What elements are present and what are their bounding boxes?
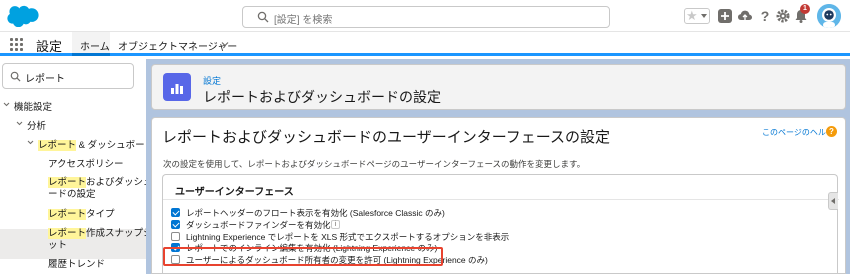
chevron-down-icon[interactable] [16, 120, 23, 127]
favorites-button[interactable]: ★ [684, 8, 710, 24]
chevron-down-icon[interactable] [221, 40, 229, 48]
checkbox-unchecked[interactable] [171, 232, 180, 241]
quick-find-value: レポート [25, 74, 65, 85]
report-chart-icon [163, 73, 191, 101]
item-label-rest: タイプ [86, 209, 115, 220]
chevron-down-icon[interactable] [27, 139, 34, 146]
page-title: レポートおよびダッシュボードの設定 [203, 89, 441, 105]
app-name: 設定 [36, 39, 63, 54]
global-header: [設定] を検索 ★ ? 1 [0, 0, 850, 32]
user-avatar[interactable] [817, 4, 841, 28]
highlight-match: レポート [38, 140, 77, 151]
settings-description: 次の設定を使用して、レポートおよびダッシュボードページのユーザーインターフェース… [163, 159, 586, 169]
sidebar-item-access-policies[interactable]: アクセスポリシー [48, 156, 124, 170]
salesforce-logo-icon[interactable] [7, 5, 39, 27]
quick-find-input[interactable]: レポート [2, 63, 134, 89]
tab-home-label: ホーム [80, 42, 110, 53]
help-icon[interactable]: ? [757, 8, 773, 24]
search-placeholder: [設定] を検索 [274, 15, 333, 26]
section-title: ユーザーインターフェース [175, 187, 294, 198]
sidebar-item-feature-settings[interactable]: 機能設定 [14, 99, 52, 113]
favorites-caret-icon[interactable] [701, 14, 707, 18]
section-divider [163, 199, 839, 200]
tab-home[interactable]: ホーム [72, 32, 110, 56]
search-icon [257, 11, 269, 23]
sidebar-item-label-line2: ット [48, 240, 68, 251]
avatar-astro-icon [817, 4, 841, 28]
svg-text:?: ? [761, 8, 770, 24]
highlight-match: レポート [48, 209, 87, 220]
sidebar-item-reports-dashboards[interactable]: レポート & ダッシュボード [38, 137, 154, 151]
checkbox-checked[interactable] [171, 220, 180, 229]
chevron-down-icon[interactable] [3, 101, 10, 108]
sidebar-item-report-types[interactable]: レポートタイプ [48, 206, 115, 220]
star-icon: ★ [686, 8, 698, 23]
breadcrumb[interactable]: 設定 [203, 74, 221, 87]
sidebar-item-analytics[interactable]: 分析 [27, 118, 46, 132]
checkbox-checked[interactable] [171, 208, 180, 217]
page-header: 設定 レポートおよびダッシュボードの設定 [151, 64, 846, 110]
option-label: レポートヘッダーのフロート表示を有効化 (Salesforce Classic … [186, 208, 445, 218]
search-icon [10, 71, 21, 82]
setup-sidebar: レポート 機能設定 分析 レポート & ダッシュボード アクセスポリシー レポー… [0, 59, 162, 274]
help-question-icon[interactable]: ? [826, 126, 837, 137]
global-search-input[interactable]: [設定] を検索 [242, 6, 610, 28]
trailhead-icon[interactable] [737, 8, 753, 24]
sidebar-item-historical-trending[interactable]: 履歴トレンド [48, 256, 105, 270]
settings-title: レポートおよびダッシュボードのユーザーインターフェースの設定 [162, 129, 611, 146]
notification-badge: 1 [800, 4, 810, 14]
callout-highlight-box [163, 247, 443, 266]
app-nav-bar: 設定 ホーム オブジェクトマネージャー [0, 32, 850, 56]
info-icon[interactable]: i [331, 220, 340, 229]
add-icon[interactable] [717, 8, 733, 24]
item-label-rest: & ダッシュボード [76, 140, 155, 151]
option-label: ダッシュボードファインダーを有効化 [186, 220, 331, 230]
tab-object-manager[interactable]: オブジェクトマネージャー [118, 38, 237, 53]
sidebar-item-label-line2: ードの設定 [48, 189, 96, 200]
panel-collapse-handle[interactable] [828, 192, 838, 210]
gear-icon[interactable] [775, 8, 791, 24]
help-for-this-page-link[interactable]: このページのヘルプ [762, 127, 834, 138]
app-launcher-icon[interactable] [10, 38, 23, 51]
